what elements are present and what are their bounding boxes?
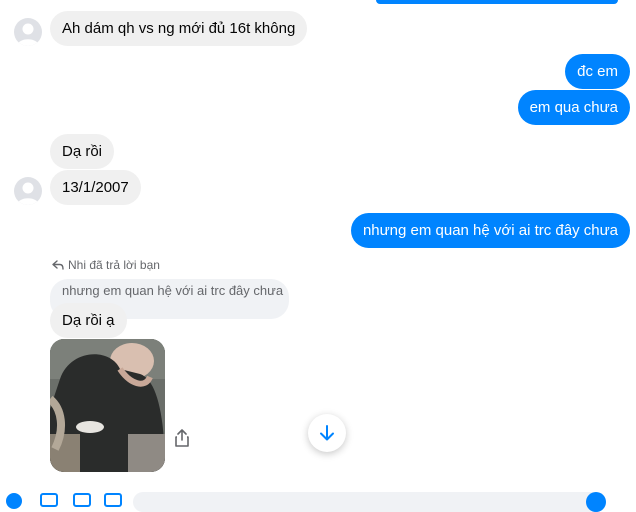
- gallery-icon[interactable]: [40, 493, 58, 507]
- reply-note-text: Nhi đã trả lời bạn: [68, 258, 160, 272]
- gif-icon[interactable]: [104, 493, 122, 507]
- message-incoming[interactable]: 13/1/2007: [50, 170, 141, 205]
- quoted-message-text: nhưng em quan hệ với ai trc đây chưa: [62, 283, 284, 298]
- photo-attachment[interactable]: [50, 339, 165, 472]
- more-actions-icon[interactable]: [6, 493, 22, 509]
- contact-avatar[interactable]: [14, 18, 42, 46]
- message-incoming[interactable]: Dạ rồi ạ: [50, 303, 127, 338]
- message-outgoing[interactable]: nhưng em quan hệ với ai trc đây chưa: [350, 213, 630, 248]
- previous-outgoing-bubble-edge: [376, 0, 618, 4]
- reply-indicator: Nhi đã trả lời bạn: [52, 258, 160, 272]
- message-input[interactable]: [133, 492, 603, 512]
- arrow-down-icon: [320, 425, 334, 441]
- emoji-icon[interactable]: [586, 492, 606, 512]
- sticker-icon[interactable]: [73, 493, 91, 507]
- share-button[interactable]: [172, 428, 192, 448]
- message-incoming[interactable]: Ah dám qh vs ng mới đủ 16t không: [50, 11, 308, 46]
- photo-image: [50, 339, 165, 472]
- composer-bar: [0, 489, 636, 512]
- avatar-placeholder-icon: [17, 182, 39, 205]
- reply-arrow-icon: [52, 260, 64, 270]
- share-icon: [175, 429, 189, 447]
- scroll-to-bottom-button[interactable]: [308, 414, 346, 452]
- message-outgoing[interactable]: em qua chưa: [517, 90, 630, 125]
- message-incoming[interactable]: Dạ rồi: [50, 134, 115, 169]
- contact-avatar[interactable]: [14, 177, 42, 205]
- message-outgoing[interactable]: đc em: [565, 54, 630, 89]
- avatar-placeholder-icon: [17, 23, 39, 46]
